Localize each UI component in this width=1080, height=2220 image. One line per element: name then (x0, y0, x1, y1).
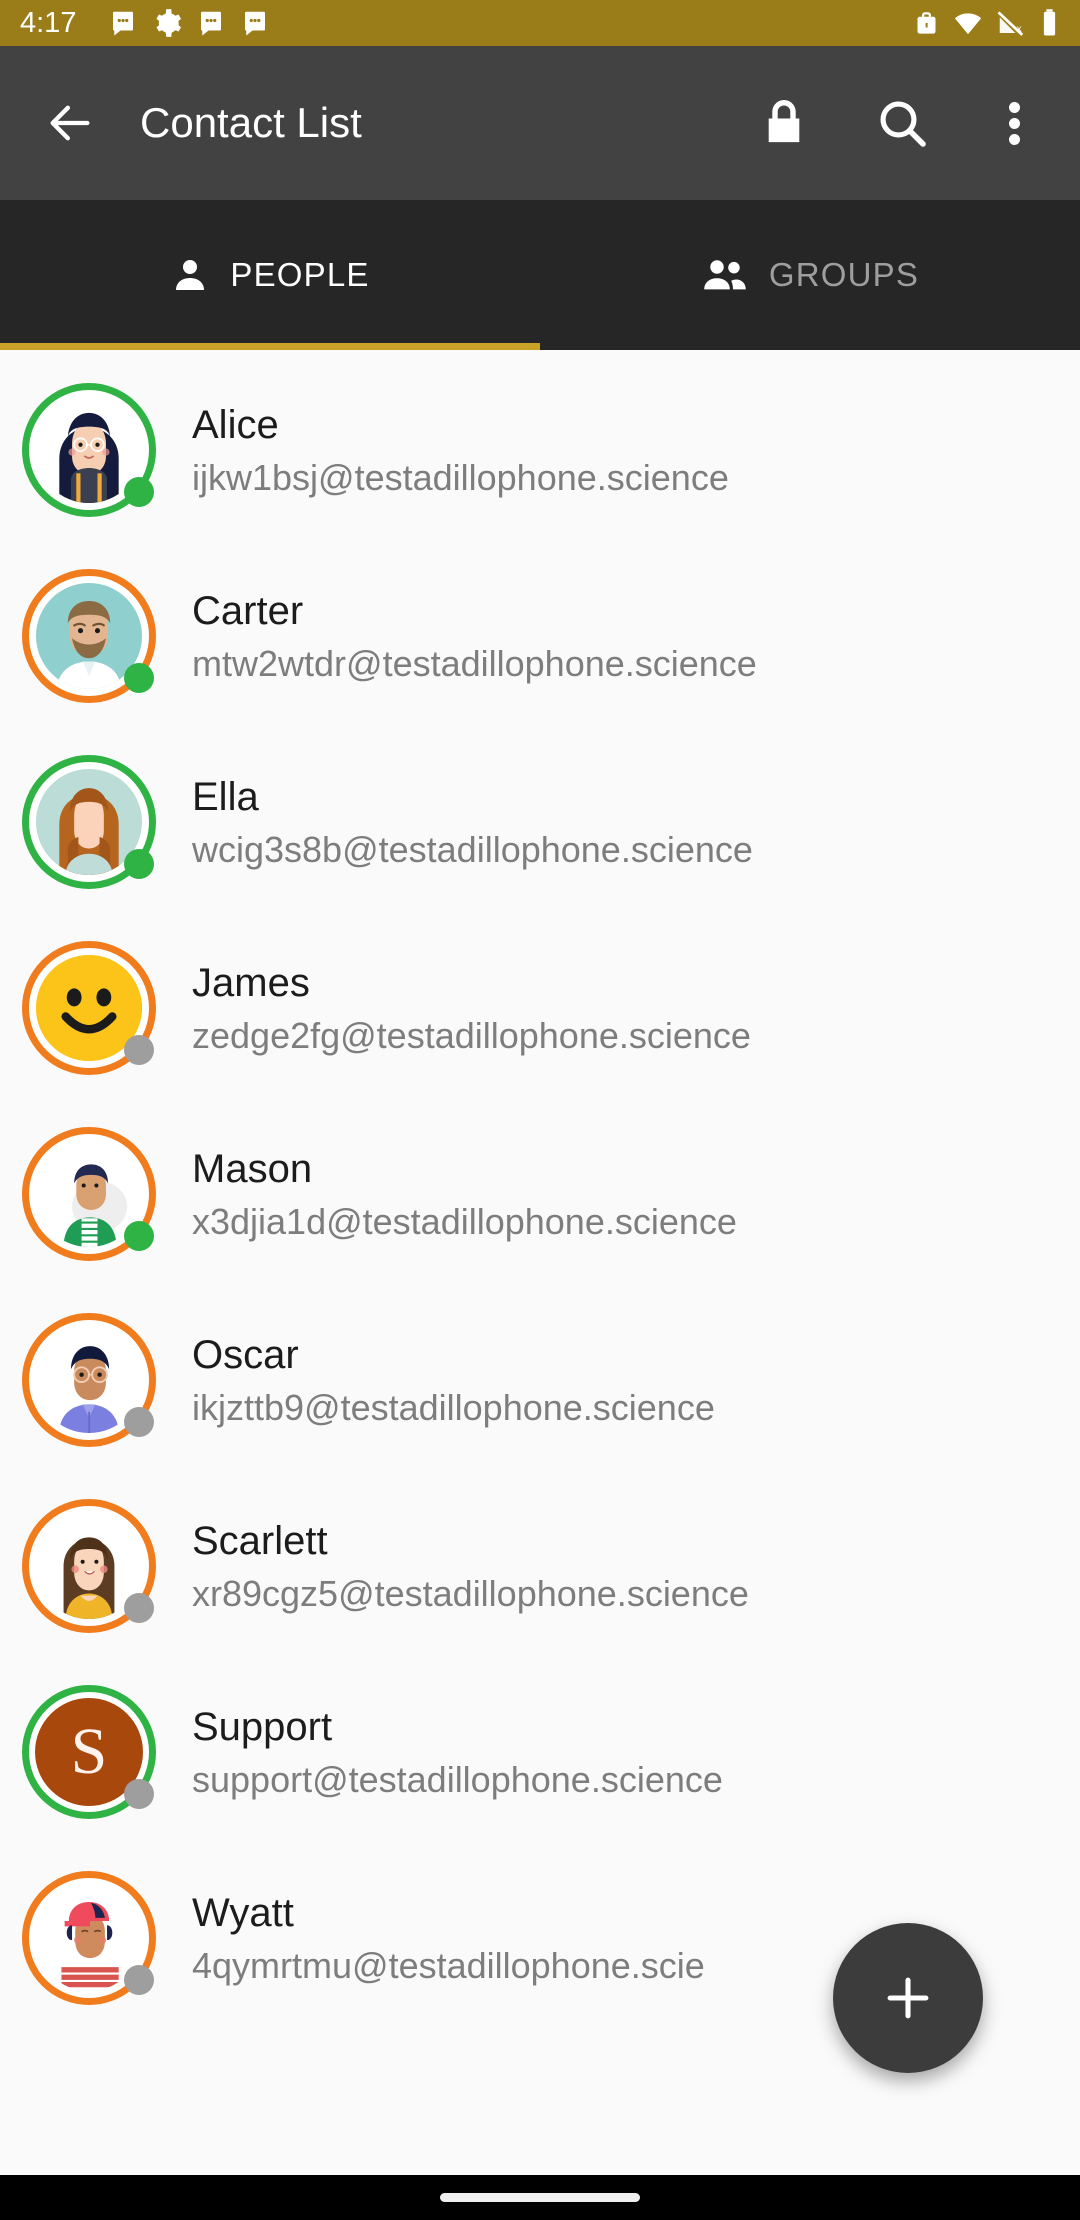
contact-text: Alice ijkw1bsj@testadillophone.science (192, 402, 729, 498)
message-icon (113, 11, 134, 36)
contact-row[interactable]: Ella wcig3s8b@testadillophone.science (0, 729, 1080, 915)
avatar[interactable] (22, 755, 156, 889)
contact-text: Ella wcig3s8b@testadillophone.science (192, 774, 753, 870)
contact-row[interactable]: Scarlett xr89cgz5@testadillophone.science (0, 1473, 1080, 1659)
presence-status-dot (124, 849, 154, 879)
contact-email: ikjzttb9@testadillophone.science (192, 1386, 715, 1428)
cellular-off-icon: x (997, 11, 1024, 36)
contact-email: wcig3s8b@testadillophone.science (192, 828, 753, 870)
people-group-icon (704, 260, 746, 290)
contact-row[interactable]: Alice ijkw1bsj@testadillophone.science (0, 357, 1080, 543)
plus-icon (887, 1977, 929, 2019)
wifi-icon (954, 13, 982, 35)
contact-name: Alice (192, 402, 279, 447)
message-icon (201, 11, 222, 36)
presence-status-dot (124, 1221, 154, 1251)
contact-email: ijkw1bsj@testadillophone.science (192, 456, 729, 498)
status-bar-right: x (913, 8, 1060, 38)
avatar[interactable] (22, 1871, 156, 2005)
contact-row[interactable]: Oscar ikjzttb9@testadillophone.science (0, 1287, 1080, 1473)
battery-icon (1043, 9, 1056, 36)
contact-name: Support (192, 1704, 333, 1749)
search-button[interactable] (854, 75, 950, 171)
presence-status-dot (124, 1407, 154, 1437)
contact-name: Mason (192, 1146, 313, 1191)
avatar[interactable]: S (22, 1685, 156, 1819)
lock-icon (768, 100, 800, 143)
back-button[interactable] (22, 75, 118, 171)
presence-status-dot (124, 1035, 154, 1065)
contact-text: Carter mtw2wtdr@testadillophone.science (192, 588, 757, 684)
tab-active-indicator (0, 343, 540, 350)
contact-name: Oscar (192, 1332, 299, 1377)
settings-gear-icon (156, 9, 182, 37)
back-arrow-icon (50, 105, 90, 141)
search-icon (880, 101, 926, 147)
home-gesture-pill[interactable] (440, 2193, 640, 2202)
app-bar: Contact List (0, 46, 1080, 200)
tab-groups-label: GROUPS (768, 256, 920, 293)
contact-email: x3djia1d@testadillophone.science (192, 1200, 737, 1242)
presence-status-dot (124, 1593, 154, 1623)
status-bar-left: 4:17 (20, 8, 913, 38)
overflow-menu-icon (1008, 97, 1020, 150)
contact-email: mtw2wtdr@testadillophone.science (192, 642, 757, 684)
contact-list[interactable]: Alice ijkw1bsj@testadillophone.science Car… (0, 357, 1080, 2175)
contact-row[interactable]: Mason x3djia1d@testadillophone.science (0, 1101, 1080, 1287)
avatar[interactable] (22, 569, 156, 703)
contact-email: support@testadillophone.science (192, 1758, 723, 1800)
contact-text: James zedge2fg@testadillophone.science (192, 960, 751, 1056)
avatar[interactable] (22, 1313, 156, 1447)
tab-people[interactable]: PEOPLE (0, 200, 540, 350)
contact-row[interactable]: Carter mtw2wtdr@testadillophone.science (0, 543, 1080, 729)
contact-email: zedge2fg@testadillophone.science (192, 1014, 751, 1056)
contact-row[interactable]: James zedge2fg@testadillophone.science (0, 915, 1080, 1101)
presence-status-dot (124, 1965, 154, 1995)
contact-email: 4qymrtmu@testadillophone.scie (192, 1944, 705, 1986)
contact-name: Scarlett (192, 1518, 328, 1563)
contact-name: Carter (192, 588, 304, 633)
status-bar-clock: 4:17 (20, 6, 77, 39)
page-title: Contact List (140, 99, 362, 146)
contact-name: Ella (192, 774, 259, 819)
system-navigation-bar (0, 2175, 1080, 2220)
phone-screen: 4:17 x Contact List PEOPLE GROUPS Alice … (0, 0, 1080, 2220)
contact-email: xr89cgz5@testadillophone.science (192, 1572, 749, 1614)
presence-status-dot (124, 477, 154, 507)
avatar[interactable] (22, 383, 156, 517)
add-contact-fab[interactable] (833, 1923, 983, 2073)
tab-people-label: PEOPLE (230, 256, 370, 293)
avatar[interactable] (22, 1127, 156, 1261)
contact-text: Oscar ikjzttb9@testadillophone.science (192, 1332, 715, 1428)
contact-text: Wyatt 4qymrtmu@testadillophone.scie (192, 1890, 705, 1986)
presence-status-dot (124, 1779, 154, 1809)
lock-button[interactable] (736, 75, 832, 171)
message-icon (245, 11, 266, 36)
status-bar: 4:17 x (0, 0, 1080, 46)
work-profile-icon (917, 11, 936, 34)
contact-name: Wyatt (192, 1890, 294, 1935)
presence-status-dot (124, 663, 154, 693)
contact-text: Scarlett xr89cgz5@testadillophone.science (192, 1518, 749, 1614)
contact-text: Support support@testadillophone.science (192, 1704, 723, 1800)
overflow-menu-button[interactable] (966, 75, 1062, 171)
avatar[interactable] (22, 1499, 156, 1633)
tab-bar: PEOPLE GROUPS (0, 200, 1080, 350)
tab-groups[interactable]: GROUPS (540, 200, 1080, 350)
svg-text:x: x (1017, 24, 1022, 35)
contact-text: Mason x3djia1d@testadillophone.science (192, 1146, 737, 1242)
contact-name: James (192, 960, 310, 1005)
avatar[interactable] (22, 941, 156, 1075)
contact-row[interactable]: S Support support@testadillophone.science (0, 1659, 1080, 1845)
person-icon (176, 260, 205, 290)
